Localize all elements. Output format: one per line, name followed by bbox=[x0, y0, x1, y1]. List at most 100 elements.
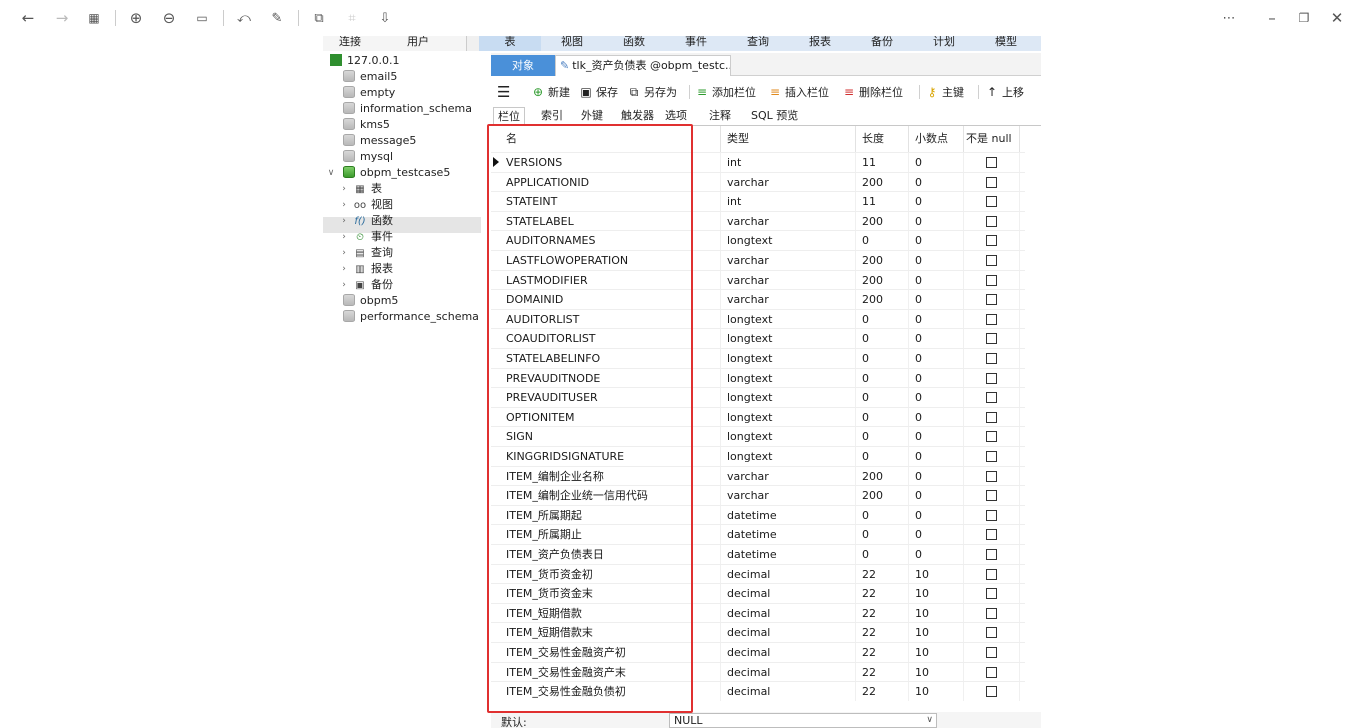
field-length-cell[interactable]: 200 bbox=[856, 466, 909, 486]
not-null-checkbox[interactable] bbox=[986, 215, 997, 227]
field-decimals-cell[interactable]: 0 bbox=[909, 407, 964, 427]
field-type-cell[interactable]: longtext bbox=[721, 447, 856, 466]
table-row[interactable]: COAUDITORLIST longtext 0 0 bbox=[491, 328, 1025, 349]
chevron-right-icon[interactable]: › bbox=[339, 181, 349, 197]
field-type-cell[interactable]: longtext bbox=[721, 407, 856, 427]
field-length-cell[interactable]: 0 bbox=[856, 427, 909, 447]
table-row[interactable]: ITEM_货币资金初 decimal 22 10 bbox=[491, 563, 1025, 584]
table-row[interactable]: ITEM_交易性金融资产初 decimal 22 10 bbox=[491, 642, 1025, 662]
not-null-checkbox[interactable] bbox=[986, 490, 997, 502]
field-name-cell[interactable]: APPLICATIONID bbox=[499, 172, 721, 192]
field-name-cell[interactable]: LASTFLOWOPERATION bbox=[499, 251, 721, 270]
not-null-checkbox[interactable] bbox=[986, 509, 997, 521]
field-type-cell[interactable]: datetime bbox=[721, 505, 856, 525]
field-name-cell[interactable]: DOMAINID bbox=[499, 290, 721, 310]
field-length-cell[interactable]: 0 bbox=[856, 309, 909, 329]
column-header-decimals[interactable]: 小数点 bbox=[909, 126, 964, 152]
field-type-cell[interactable]: longtext bbox=[721, 231, 856, 251]
field-length-cell[interactable]: 22 bbox=[856, 643, 909, 662]
field-name-cell[interactable]: SIGN bbox=[499, 427, 721, 447]
field-name-cell[interactable]: ITEM_交易性金融资产末 bbox=[499, 662, 721, 682]
not-null-checkbox[interactable] bbox=[986, 549, 997, 560]
subtab-comments[interactable]: 注释 bbox=[705, 107, 735, 125]
tree-db-empty[interactable]: empty bbox=[343, 85, 395, 101]
tree-db-mysql[interactable]: mysql bbox=[343, 149, 393, 165]
field-decimals-cell[interactable]: 0 bbox=[909, 447, 964, 466]
table-row[interactable]: APPLICATIONID varchar 200 0 bbox=[491, 171, 1025, 192]
tree-node-backups[interactable]: ▣ 备份 bbox=[353, 277, 393, 293]
not-null-checkbox[interactable] bbox=[986, 451, 997, 462]
actual-size-icon[interactable]: ▭ bbox=[191, 8, 213, 28]
field-length-cell[interactable]: 0 bbox=[856, 545, 909, 564]
tree-connection[interactable]: 127.0.0.1 bbox=[330, 53, 399, 69]
field-decimals-cell[interactable]: 10 bbox=[909, 603, 964, 623]
table-row[interactable]: PREVAUDITUSER longtext 0 0 bbox=[491, 387, 1025, 408]
insert-field-button[interactable]: ≡ 插入栏位 bbox=[768, 83, 829, 101]
field-length-cell[interactable]: 200 bbox=[856, 251, 909, 270]
field-length-cell[interactable]: 22 bbox=[856, 564, 909, 584]
field-length-cell[interactable]: 11 bbox=[856, 153, 909, 172]
field-name-cell[interactable]: ITEM_短期借款末 bbox=[499, 623, 721, 643]
field-name-cell[interactable]: ITEM_短期借款 bbox=[499, 603, 721, 623]
not-null-checkbox[interactable] bbox=[986, 255, 997, 266]
field-name-cell[interactable]: ITEM_资产负债表日 bbox=[499, 545, 721, 564]
column-header-not-null[interactable]: 不是 null bbox=[964, 126, 1020, 152]
table-row[interactable]: ITEM_交易性金融负债初 decimal 22 10 bbox=[491, 681, 1025, 702]
field-type-cell[interactable]: varchar bbox=[721, 270, 856, 290]
not-null-checkbox[interactable] bbox=[986, 627, 997, 639]
tree-db-obpm5[interactable]: obpm5 bbox=[343, 293, 398, 309]
minimize-icon[interactable]: – bbox=[1261, 8, 1283, 28]
column-header-name[interactable]: 名 bbox=[499, 126, 721, 152]
tree-db-obpm-testcase5[interactable]: obpm_testcase5 bbox=[343, 165, 450, 181]
field-type-cell[interactable]: int bbox=[721, 153, 856, 172]
tree-db-information-schema[interactable]: information_schema bbox=[343, 101, 472, 117]
tree-node-tables[interactable]: ▦ 表 bbox=[353, 181, 382, 197]
menu-connect[interactable]: 连接 bbox=[325, 36, 375, 51]
not-null-checkbox[interactable] bbox=[986, 666, 997, 678]
field-decimals-cell[interactable]: 10 bbox=[909, 584, 964, 604]
menu-event[interactable]: 事件 bbox=[665, 36, 727, 51]
field-type-cell[interactable]: decimal bbox=[721, 662, 856, 682]
table-row[interactable]: AUDITORNAMES longtext 0 0 bbox=[491, 230, 1025, 251]
table-row[interactable]: OPTIONITEM longtext 0 0 bbox=[491, 406, 1025, 427]
field-decimals-cell[interactable]: 0 bbox=[909, 349, 964, 368]
field-type-cell[interactable]: longtext bbox=[721, 329, 856, 349]
primary-key-button[interactable]: ⚷ 主键 bbox=[925, 83, 964, 101]
save-as-button[interactable]: ⧉ 另存为 bbox=[627, 83, 677, 101]
not-null-checkbox[interactable] bbox=[986, 353, 997, 364]
field-type-cell[interactable]: longtext bbox=[721, 427, 856, 447]
copy-icon[interactable]: ⧉ bbox=[308, 8, 330, 28]
field-length-cell[interactable]: 0 bbox=[856, 505, 909, 525]
field-length-cell[interactable]: 0 bbox=[856, 329, 909, 349]
field-name-cell[interactable]: ITEM_所属期止 bbox=[499, 525, 721, 545]
field-type-cell[interactable]: decimal bbox=[721, 584, 856, 604]
field-length-cell[interactable]: 200 bbox=[856, 270, 909, 290]
table-row[interactable]: ITEM_所属期止 datetime 0 0 bbox=[491, 524, 1025, 545]
field-decimals-cell[interactable]: 0 bbox=[909, 270, 964, 290]
chevron-right-icon[interactable]: › bbox=[339, 245, 349, 261]
field-length-cell[interactable]: 200 bbox=[856, 486, 909, 506]
hamburger-menu-icon[interactable]: ☰ bbox=[497, 83, 510, 101]
menu-model[interactable]: 模型 bbox=[975, 36, 1037, 51]
field-type-cell[interactable]: varchar bbox=[721, 251, 856, 270]
field-decimals-cell[interactable]: 0 bbox=[909, 388, 964, 408]
tab-objects[interactable]: 对象 bbox=[491, 55, 555, 76]
zoom-in-icon[interactable]: ⊕ bbox=[125, 8, 147, 28]
close-icon[interactable]: ✕ bbox=[1326, 8, 1348, 28]
field-decimals-cell[interactable]: 0 bbox=[909, 290, 964, 310]
table-row[interactable]: PREVAUDITNODE longtext 0 0 bbox=[491, 367, 1025, 388]
menu-backup[interactable]: 备份 bbox=[851, 36, 913, 51]
tree-db-email5[interactable]: email5 bbox=[343, 69, 397, 85]
field-type-cell[interactable]: varchar bbox=[721, 290, 856, 310]
restore-icon[interactable]: ❐ bbox=[1293, 8, 1315, 28]
subtab-triggers[interactable]: 触发器 bbox=[617, 107, 658, 125]
column-header-type[interactable]: 类型 bbox=[721, 126, 856, 152]
field-type-cell[interactable]: longtext bbox=[721, 349, 856, 368]
field-decimals-cell[interactable]: 10 bbox=[909, 564, 964, 584]
field-decimals-cell[interactable]: 10 bbox=[909, 662, 964, 682]
table-row[interactable]: ITEM_货币资金末 decimal 22 10 bbox=[491, 583, 1025, 604]
menu-schedule[interactable]: 计划 bbox=[913, 36, 975, 51]
table-row[interactable]: ITEM_短期借款末 decimal 22 10 bbox=[491, 622, 1025, 643]
field-name-cell[interactable]: ITEM_编制企业名称 bbox=[499, 466, 721, 486]
field-decimals-cell[interactable]: 0 bbox=[909, 211, 964, 231]
